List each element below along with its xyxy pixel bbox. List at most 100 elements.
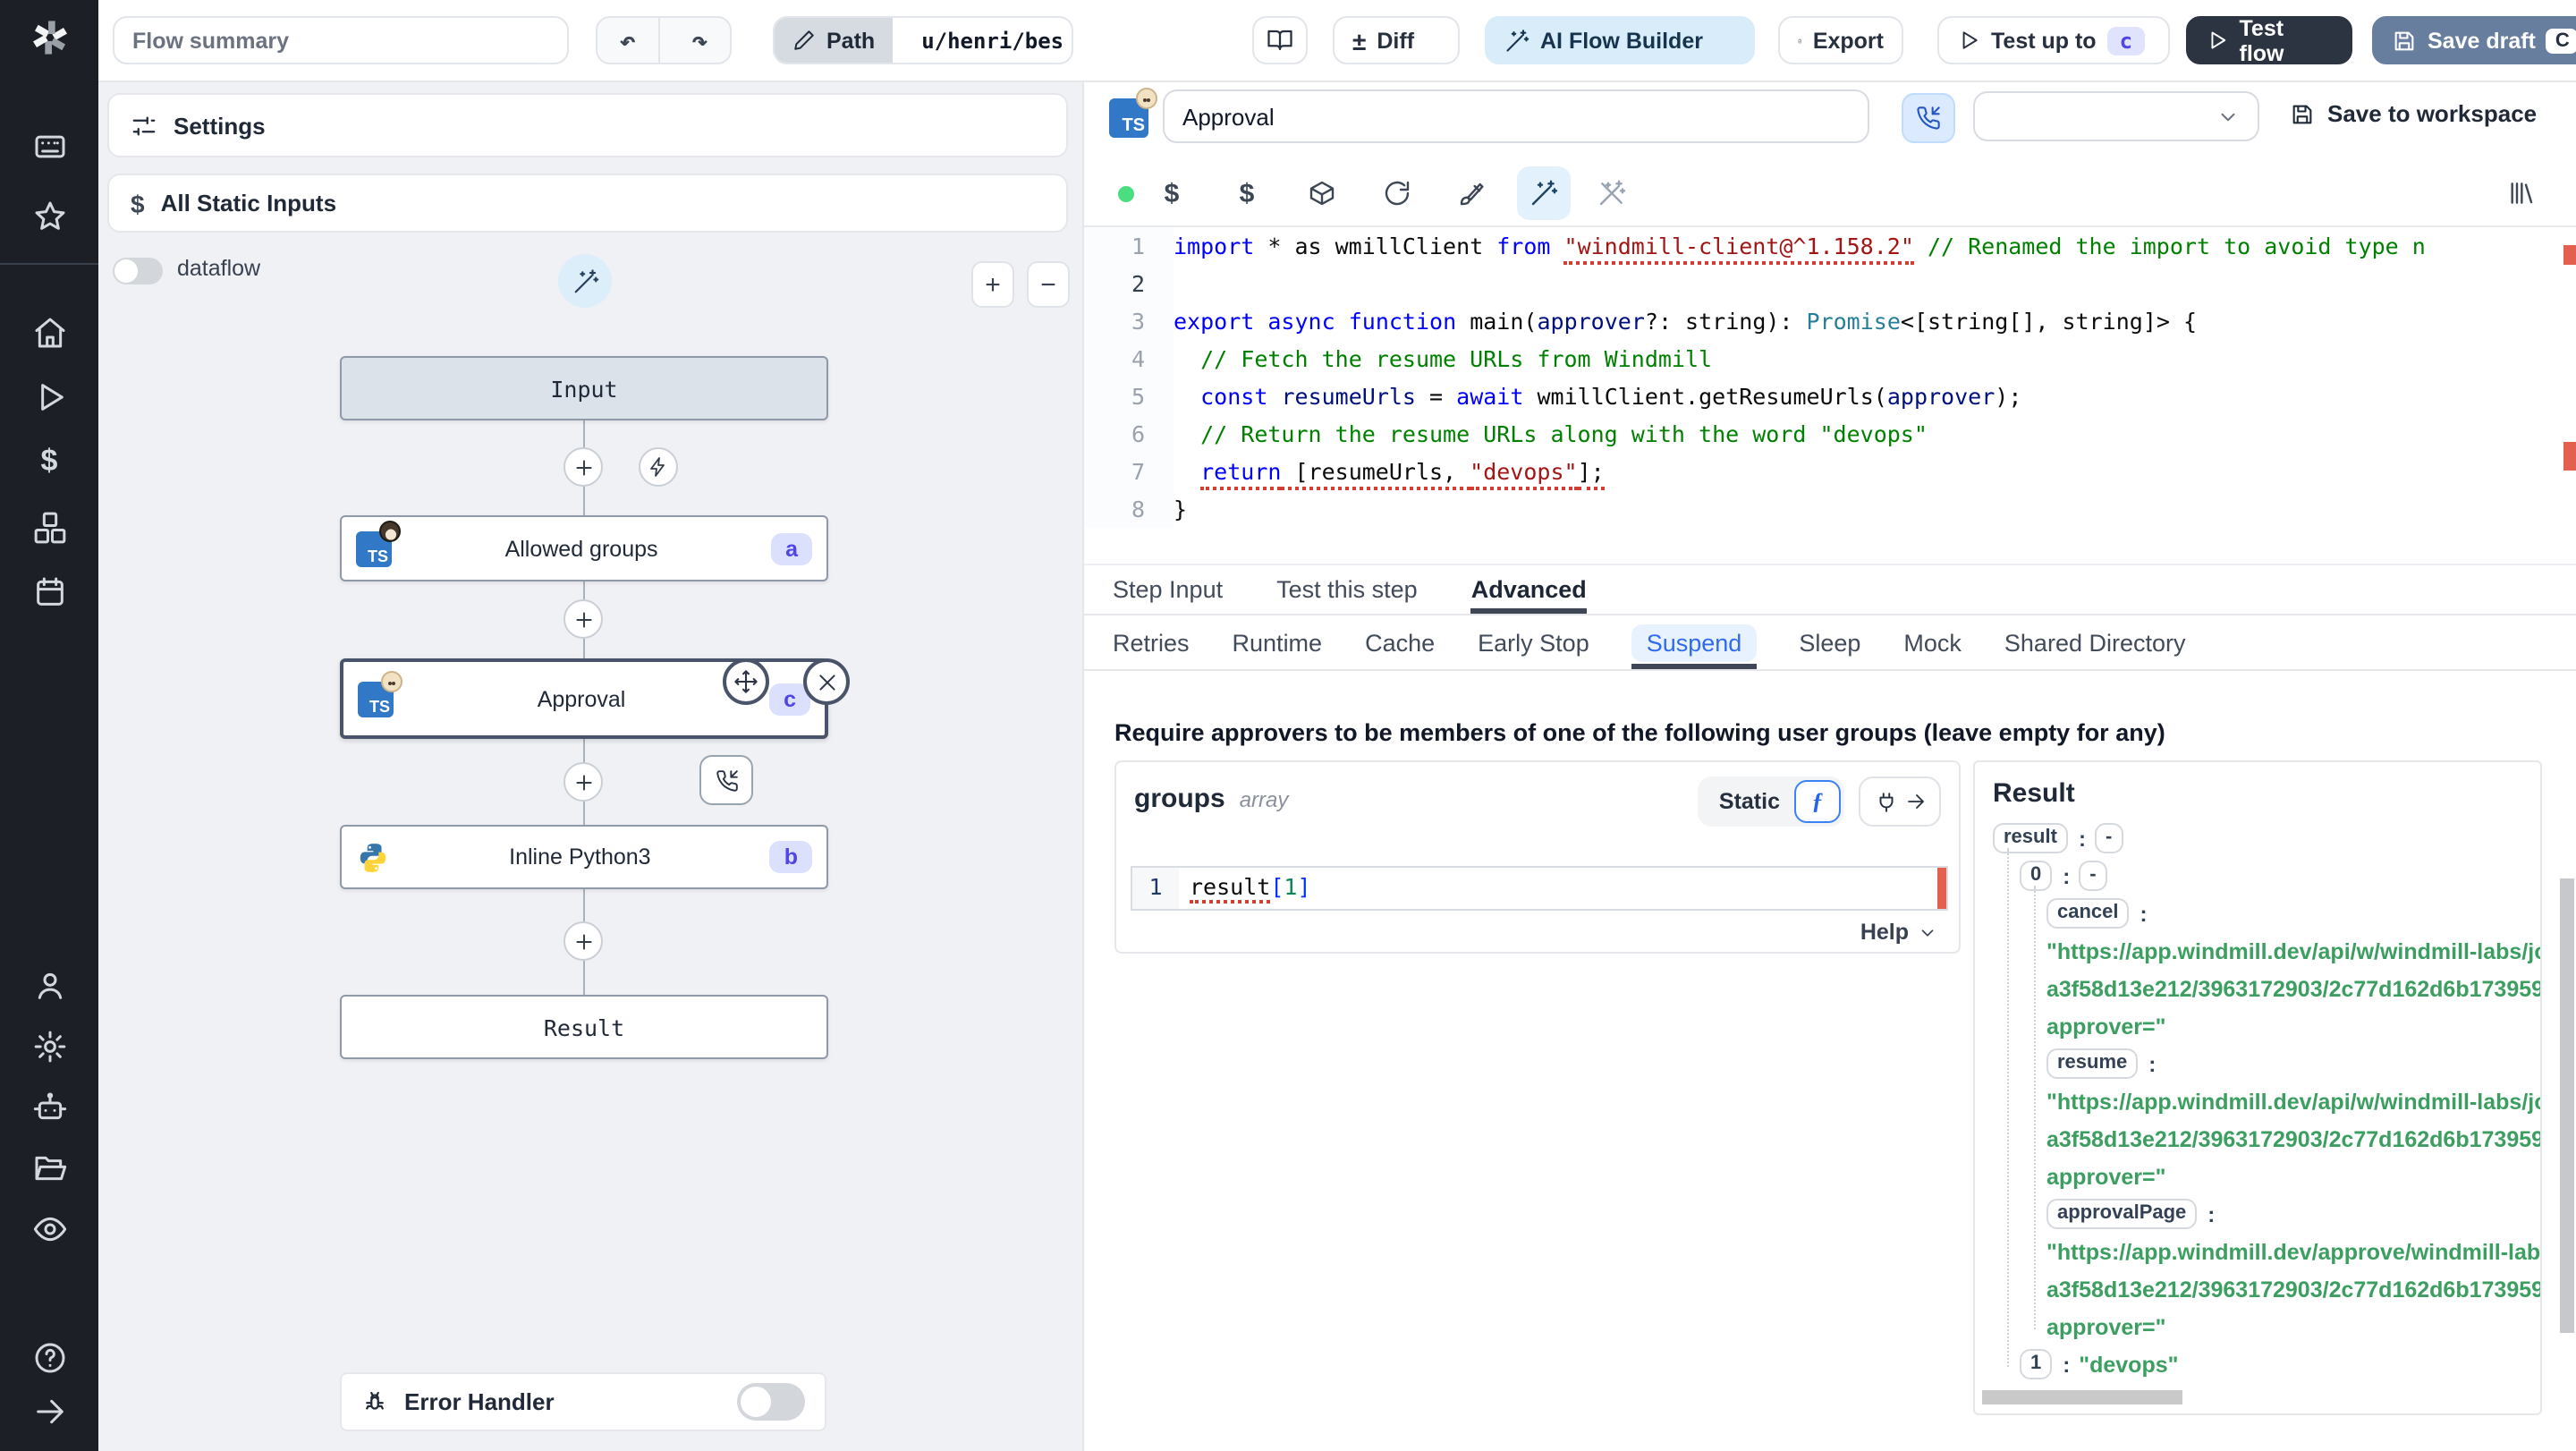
keyboard-icon — [34, 135, 64, 158]
sidebar-item-users[interactable] — [0, 963, 98, 1009]
bug-icon — [366, 1391, 384, 1410]
undo-button[interactable]: ↶ — [597, 18, 659, 63]
fx-icon: ƒ — [1794, 780, 1841, 823]
sidebar-item-variables[interactable]: $ — [0, 438, 98, 485]
green-status-dot — [1117, 185, 1133, 201]
subtab-cache[interactable]: Cache — [1365, 615, 1435, 669]
zoom-in-button[interactable]: + — [971, 261, 1014, 308]
add-step-button-4[interactable] — [564, 921, 603, 961]
result-horizontal-scrollbar[interactable] — [1982, 1390, 2182, 1404]
variables-button[interactable]: $ — [1145, 166, 1199, 220]
result-value: "devops" — [2079, 1352, 2179, 1377]
step-name-value: Approval — [1182, 103, 1275, 130]
tab-advanced[interactable]: Advanced — [1471, 565, 1587, 614]
flow-node-input[interactable]: Input — [340, 356, 828, 420]
path-button[interactable]: Path u/henri/bes — [773, 16, 1073, 64]
collapse-button[interactable]: - — [2094, 823, 2123, 853]
test-flow-button[interactable]: Test flow — [2186, 15, 2352, 65]
result-value: "https://app.windmill.dev/approve/windmi… — [2046, 1239, 2540, 1264]
left-rail: $ — [0, 0, 98, 1451]
add-step-button-3[interactable] — [564, 762, 603, 802]
save-draft-button[interactable]: Save draft C — [2372, 16, 2576, 64]
sidebar-item-home[interactable] — [0, 310, 98, 356]
result-key-chip[interactable]: result — [1993, 823, 2068, 853]
all-static-inputs-row[interactable]: $ All Static Inputs — [107, 174, 1068, 233]
sidebar-item-folders[interactable] — [0, 1145, 98, 1192]
reload-button[interactable] — [1370, 166, 1424, 220]
add-step-button-2[interactable] — [564, 599, 603, 639]
error-handler-toggle[interactable] — [737, 1383, 805, 1421]
error-handler-row: Error Handler — [340, 1372, 826, 1431]
subtab-suspend[interactable]: Suspend — [1631, 615, 1757, 669]
connect-input-button[interactable] — [1859, 776, 1941, 827]
flow-settings-row[interactable]: Settings — [107, 93, 1068, 157]
ai-flow-builder-button[interactable]: AI Flow Builder — [1485, 16, 1755, 64]
code-token: const — [1200, 383, 1268, 410]
ai-gen-button-active[interactable] — [1517, 166, 1571, 220]
diff-button[interactable]: ± Diff — [1333, 16, 1460, 64]
sidebar-item-workers[interactable] — [0, 1084, 98, 1131]
suspend-approval-badge[interactable] — [699, 755, 753, 805]
add-trigger-button[interactable] — [639, 447, 678, 487]
dataflow-toggle[interactable] — [113, 258, 163, 284]
ai-assist-button[interactable] — [558, 254, 612, 308]
subtab-runtime[interactable]: Runtime — [1233, 615, 1323, 669]
sidebar-item-runs[interactable] — [0, 374, 98, 420]
tab-test-this-step[interactable]: Test this step — [1276, 565, 1418, 614]
library-button[interactable] — [2494, 166, 2547, 220]
subtab-early-stop[interactable]: Early Stop — [1478, 615, 1589, 669]
tab-step-input[interactable]: Step Input — [1113, 565, 1223, 614]
add-step-button-1[interactable] — [564, 447, 603, 487]
collapse-button[interactable]: - — [2079, 861, 2107, 891]
code-token: "devops" — [1470, 453, 1578, 490]
result-key-chip[interactable]: cancel — [2046, 898, 2130, 929]
sidebar-item-settings[interactable] — [0, 1023, 98, 1070]
wand-sparkles-icon — [1531, 180, 1558, 206]
plus-icon — [575, 774, 591, 790]
zoom-out-button[interactable]: − — [1027, 261, 1070, 308]
code-editor[interactable]: 1 import * as wmillClient from "windmill-… — [1084, 227, 2576, 564]
subtab-retries[interactable]: Retries — [1113, 615, 1190, 669]
kind-select[interactable] — [1973, 91, 2259, 141]
result-key-chip[interactable]: 0 — [2020, 861, 2053, 891]
sidebar-item-help[interactable] — [0, 1335, 98, 1381]
sidebar-item-apps[interactable] — [0, 123, 98, 170]
subtab-mock[interactable]: Mock — [1903, 615, 1962, 669]
suspend-step-button[interactable] — [1902, 93, 1955, 143]
flow-node-inline-python[interactable]: Inline Python3 b — [340, 825, 828, 889]
panel-vertical-scrollbar[interactable] — [2560, 878, 2574, 1333]
groups-expression-editor[interactable]: 1 result[1] — [1131, 866, 1948, 911]
result-key-chip[interactable]: 1 — [2020, 1349, 2053, 1379]
chevron-down-icon — [1921, 929, 1934, 936]
docs-button[interactable] — [1252, 16, 1308, 64]
sidebar-item-schedules[interactable] — [0, 569, 98, 615]
flow-node-result[interactable]: Result — [340, 995, 828, 1059]
flow-node-allowed-groups[interactable]: TS Allowed groups a — [340, 515, 828, 581]
help-dropdown[interactable]: Help — [1860, 920, 1937, 945]
format-button[interactable] — [1445, 166, 1499, 220]
move-node-button[interactable] — [723, 658, 769, 705]
test-up-to-button[interactable]: Test up to c — [1937, 16, 2170, 64]
node-input-label: Input — [550, 375, 618, 402]
static-fx-toggle[interactable]: Static ƒ — [1697, 776, 1844, 827]
sidebar-expand-button[interactable] — [0, 1388, 98, 1435]
save-to-workspace-button[interactable]: Save to workspace — [2290, 100, 2537, 127]
sidebar-item-audit[interactable] — [0, 1206, 98, 1252]
subtab-sleep[interactable]: Sleep — [1799, 615, 1860, 669]
sidebar-item-favorites[interactable] — [0, 193, 98, 240]
redo-button[interactable]: ↷ — [670, 18, 730, 63]
code-token: "windmill-client@^1.158.2" — [1563, 227, 1914, 265]
delete-node-button[interactable] — [803, 658, 850, 705]
ai-fix-button-disabled[interactable] — [1585, 166, 1639, 220]
step-name-input[interactable]: Approval — [1163, 89, 1869, 143]
resources-button[interactable]: $ — [1220, 166, 1274, 220]
result-key-chip[interactable]: approvalPage — [2046, 1199, 2198, 1229]
subtab-shared-directory[interactable]: Shared Directory — [2004, 615, 2186, 669]
flow-summary-input[interactable]: Flow summary — [113, 16, 569, 64]
sidebar-item-resources[interactable] — [0, 505, 98, 551]
package-button[interactable] — [1295, 166, 1349, 220]
windmill-logo[interactable] — [0, 14, 98, 61]
result-key-chip[interactable]: resume — [2046, 1048, 2139, 1079]
export-button[interactable]: Export — [1778, 16, 1903, 64]
